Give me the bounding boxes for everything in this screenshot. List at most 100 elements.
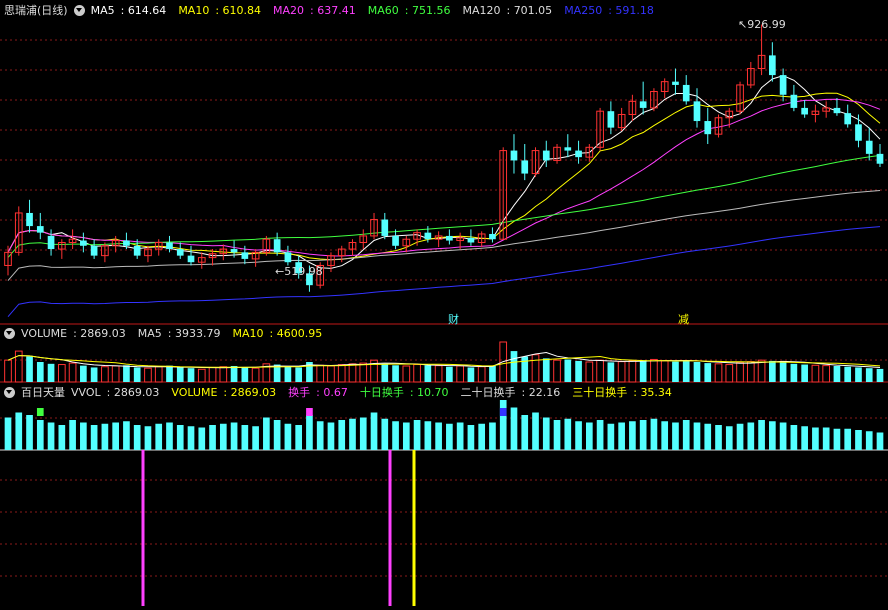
turnover-bar	[69, 420, 76, 450]
dropdown-icon[interactable]	[4, 328, 15, 339]
volume-bar	[833, 366, 841, 382]
volume-bar	[197, 368, 206, 383]
candle-body	[26, 212, 33, 227]
turnover-bar	[704, 423, 712, 450]
turnover-bar	[596, 420, 604, 450]
stock-chart[interactable]	[0, 0, 888, 610]
volume-bar	[617, 361, 626, 383]
volume-bar	[392, 365, 399, 382]
marker-jian[interactable]: 减	[678, 311, 689, 327]
turnover-bar	[349, 418, 356, 450]
candle-body	[521, 160, 529, 174]
turnover-bar	[833, 428, 841, 450]
main-header: 思瑞浦(日线) MA5: 614.64 MA10: 610.84 MA20: 6…	[4, 2, 666, 18]
candle-body	[769, 55, 776, 76]
volume-bar	[725, 364, 734, 383]
tvolume-indicator: VOLUME: 2869.03	[171, 385, 277, 399]
volume-bar	[187, 368, 195, 382]
volume-bar	[801, 364, 808, 382]
turnover-bar	[532, 412, 539, 450]
ma250-indicator: MA250: 591.18	[564, 3, 654, 17]
turnover-30d-indicator: 三十日换手: 35.34	[572, 386, 672, 399]
turnover-rate-indicator: 换手: 0.67	[288, 386, 348, 399]
turnover-bar	[263, 417, 270, 450]
turnover-bar	[381, 418, 389, 450]
candle-body	[241, 252, 249, 259]
candle-body	[187, 255, 195, 263]
candle-body	[489, 233, 496, 240]
volume-bar	[359, 362, 368, 383]
turnover-bar	[639, 420, 647, 450]
turnover-bar	[80, 422, 87, 450]
candle-body	[166, 242, 173, 250]
turnover-bar	[446, 423, 453, 450]
volume-bar	[693, 362, 701, 382]
volume-bar	[80, 365, 87, 382]
volume-bar	[230, 366, 238, 382]
dropdown-icon[interactable]	[4, 386, 15, 398]
turnover-bar	[252, 426, 259, 450]
volume-bar	[381, 363, 389, 382]
turnover-bar	[198, 427, 206, 450]
turnover-bar	[316, 421, 324, 450]
volume-bar	[628, 360, 637, 383]
volume-bar	[295, 367, 303, 382]
turnover-bar	[478, 423, 486, 450]
turnover-bar	[779, 422, 787, 450]
turnover-bar	[4, 417, 12, 450]
turnover-bar	[230, 422, 238, 450]
candle-body	[424, 232, 432, 240]
turnover-bar	[273, 420, 281, 450]
ma-line-20	[7, 98, 881, 257]
ma-line-10	[7, 92, 881, 261]
turnover-bar	[155, 423, 163, 450]
volume-bar	[510, 351, 518, 382]
stock-title: 思瑞浦(日线)	[4, 4, 68, 17]
candle-body	[607, 111, 615, 128]
volume-bar	[219, 366, 228, 383]
volume-bar	[682, 360, 690, 382]
turnover-bar	[295, 425, 303, 450]
volume-bar	[757, 359, 766, 383]
volume-bar	[650, 358, 658, 383]
dropdown-icon[interactable]	[73, 4, 85, 16]
turnover-10d-indicator: 十日换手: 10.70	[359, 386, 449, 399]
turnover-bar	[629, 421, 636, 450]
volume-bar	[844, 366, 852, 382]
turnover-bar	[26, 415, 33, 450]
ma10-indicator: MA10: 610.84	[178, 3, 262, 17]
turnover-bar	[144, 426, 152, 450]
volume-bar	[865, 368, 873, 382]
candle-body	[284, 252, 292, 263]
turnover-bar	[456, 422, 464, 450]
candle-body	[844, 113, 852, 125]
marker-cai[interactable]: 财	[448, 311, 459, 327]
candle-body	[564, 147, 572, 151]
volume-bar	[477, 366, 486, 383]
ma-line-250	[7, 226, 881, 318]
volume-bar	[790, 363, 798, 382]
turnover-bar	[822, 427, 830, 450]
volume-bar	[144, 367, 152, 383]
candle-body	[176, 249, 184, 256]
turnover-bar	[499, 400, 507, 450]
volume-bar	[251, 367, 260, 383]
volume-bar	[176, 367, 184, 382]
turnover-bar	[176, 425, 184, 450]
candle-body	[682, 84, 690, 102]
candle-body	[801, 107, 808, 115]
volume-bar	[639, 360, 647, 382]
turnover-bar	[15, 412, 23, 450]
candle-body	[133, 245, 141, 256]
volume-bar	[779, 362, 787, 382]
turnover-bar	[553, 420, 561, 450]
volume-indicator: VOLUME: 2869.03	[21, 327, 126, 340]
volume-bar	[876, 368, 884, 382]
candle-body	[693, 101, 701, 122]
volume-bar	[327, 365, 335, 383]
turnover-highlight	[36, 408, 44, 416]
turnover-bar	[585, 422, 593, 450]
turnover-bar	[435, 422, 442, 450]
candle-body	[123, 240, 130, 246]
volume-bar	[672, 361, 679, 382]
